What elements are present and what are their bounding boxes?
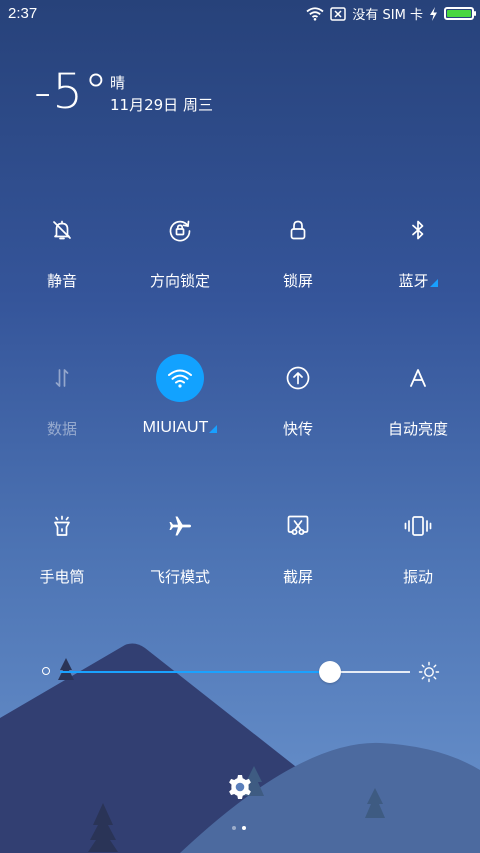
bluetooth-icon [412, 220, 424, 240]
weather-date: 11月29日 周三 [110, 96, 213, 114]
battery-icon [444, 7, 476, 20]
tile-label: 锁屏 [282, 272, 313, 290]
tile-quick-transfer[interactable]: 快传 [238, 354, 358, 464]
tile-icon-wrap [38, 502, 86, 550]
tile-icon-wrap [274, 206, 322, 254]
status-icons: 没有 SIM 卡 [306, 4, 476, 23]
tile-label: 截屏 [282, 568, 313, 586]
tile-rotation-lock[interactable]: 方向锁定 [120, 206, 240, 316]
auto-brightness-icon [410, 369, 426, 387]
tile-icon-wrap [274, 354, 322, 402]
tile-label: 数据 [46, 420, 77, 438]
page-dot [232, 826, 236, 830]
tile-airplane-mode[interactable]: 飞行模式 [120, 502, 240, 612]
weather-condition: 晴 [110, 74, 126, 92]
brightness-track[interactable] [60, 661, 410, 683]
brightness-slider[interactable] [40, 656, 445, 686]
airplane-icon [169, 516, 191, 536]
tile-auto-brightness[interactable]: 自动亮度 [358, 354, 478, 464]
brightness-high-icon [418, 661, 440, 683]
tile-icon-wrap [38, 354, 86, 402]
brightness-fill [60, 671, 330, 673]
page-dot-active [242, 826, 246, 830]
tile-label: 手电筒 [39, 568, 85, 586]
status-bar: 2:37 没有 SIM 卡 [0, 0, 480, 28]
page-indicator [232, 826, 246, 830]
tile-mobile-data[interactable]: 数据 [2, 354, 122, 464]
bell-off-icon [53, 220, 71, 240]
tile-icon-wrap [38, 206, 86, 254]
tile-label: MIUIAUT [143, 418, 218, 437]
tile-label: 振动 [402, 568, 433, 586]
notification-shade: 2:37 没有 SIM 卡 -5° 晴 11月29日 周三 静音 方向锁定 锁屏… [0, 0, 480, 853]
quick-transfer-icon [286, 366, 310, 390]
status-time: 2:37 [8, 5, 38, 22]
rotation-lock-icon [169, 220, 191, 242]
vibrate-icon [404, 516, 432, 536]
sim-status-text: 没有 SIM 卡 [352, 8, 423, 23]
tile-icon-wrap [156, 354, 204, 402]
brightness-low-icon [42, 667, 50, 675]
tile-wifi[interactable]: MIUIAUT [120, 354, 240, 464]
tile-lock-screen[interactable]: 锁屏 [238, 206, 358, 316]
tile-icon-wrap [156, 502, 204, 550]
tile-label: 方向锁定 [149, 272, 210, 290]
tile-bluetooth[interactable]: 蓝牙 [358, 206, 478, 316]
settings-gear-icon[interactable] [226, 773, 254, 801]
lock-icon [290, 220, 306, 240]
tile-label: 自动亮度 [387, 420, 448, 438]
screenshot-icon [287, 515, 309, 536]
flashlight-icon [54, 515, 70, 536]
expand-indicator-icon [429, 279, 438, 287]
wifi-icon [306, 6, 324, 21]
expand-indicator-icon [209, 425, 218, 433]
tile-icon-wrap [394, 206, 442, 254]
tile-screenshot[interactable]: 截屏 [238, 502, 358, 612]
tile-label: 快传 [282, 420, 313, 438]
no-sim-icon [330, 6, 347, 21]
tile-mute[interactable]: 静音 [2, 206, 122, 316]
tile-icon-wrap [274, 502, 322, 550]
tile-flashlight[interactable]: 手电筒 [2, 502, 122, 612]
tile-label: 静音 [46, 272, 77, 290]
tile-label: 飞行模式 [149, 568, 210, 586]
tile-label: 蓝牙 [398, 270, 438, 291]
mobile-data-icon [55, 369, 69, 387]
tile-icon-wrap [394, 354, 442, 402]
tile-icon-wrap [156, 206, 204, 254]
brightness-thumb[interactable] [318, 661, 341, 683]
tile-icon-wrap [394, 502, 442, 550]
tile-vibrate[interactable]: 振动 [358, 502, 478, 612]
charging-icon [430, 6, 437, 21]
weather-temperature[interactable]: -5° [34, 64, 109, 120]
battery-level [447, 10, 471, 17]
wifi-icon [168, 369, 192, 388]
